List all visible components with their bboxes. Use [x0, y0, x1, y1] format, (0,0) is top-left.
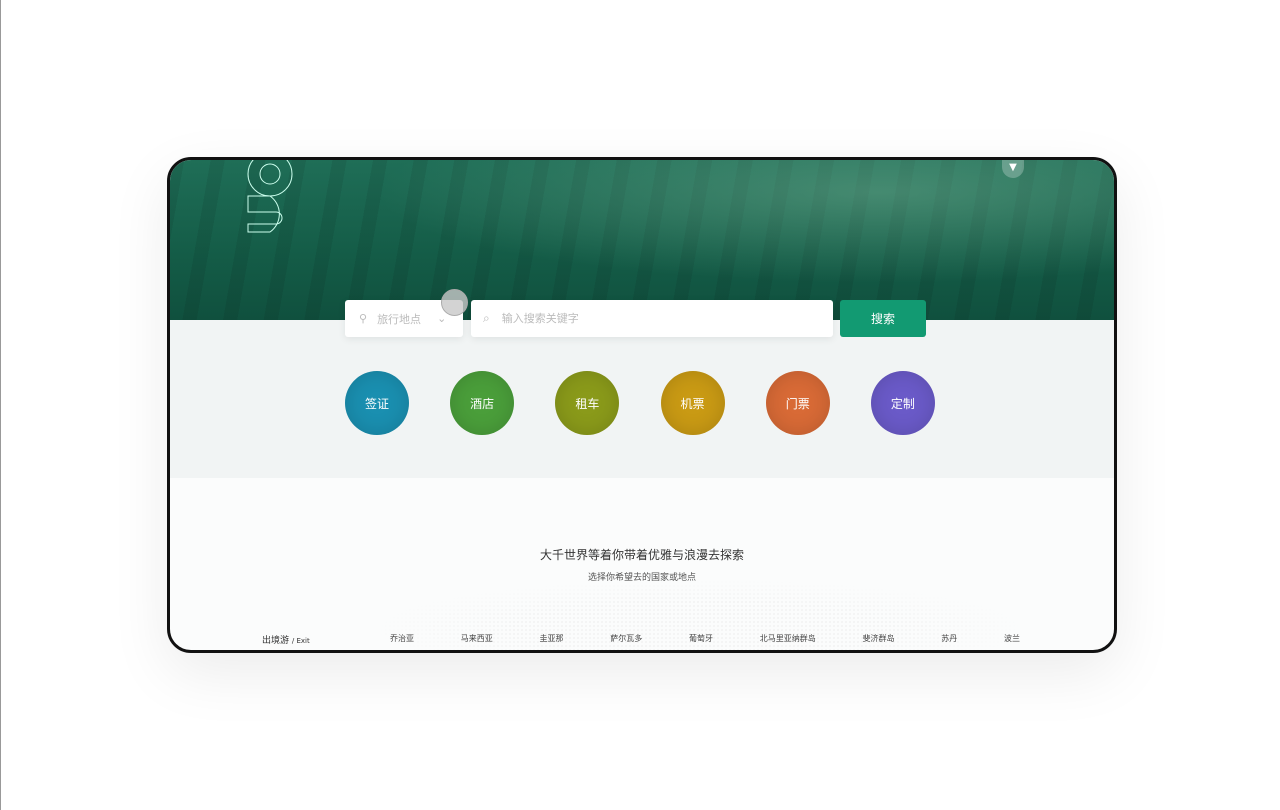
- category-flights[interactable]: 机票: [660, 371, 725, 435]
- country-list: 乔治亚 马来西亚 圭亚那 萨尔瓦多 葡萄牙 北马里亚纳群岛 斐济群岛 苏丹 波兰: [390, 633, 1020, 644]
- category-visa[interactable]: 签证: [345, 371, 409, 435]
- country-link[interactable]: 葡萄牙: [689, 633, 713, 644]
- subheadline: 选择你希望去的国家或地点: [587, 573, 696, 583]
- location-pin-icon: ⚲: [359, 312, 368, 325]
- hero-banner: ▼: [170, 160, 1114, 320]
- country-link[interactable]: 马来西亚: [461, 633, 493, 644]
- country-link[interactable]: 萨尔瓦多: [610, 633, 642, 644]
- category-list: 签证 酒店 租车 机票 门票 定制: [345, 371, 935, 435]
- country-link[interactable]: 波兰: [1004, 633, 1020, 644]
- category-custom[interactable]: 定制: [870, 371, 935, 435]
- search-button[interactable]: 搜索: [840, 300, 926, 337]
- category-hotel[interactable]: 酒店: [450, 371, 515, 435]
- country-link[interactable]: 斐济群岛: [863, 633, 895, 644]
- country-link[interactable]: 乔治亚: [390, 633, 414, 644]
- location-placeholder: 旅行地点: [377, 312, 422, 326]
- headline: 大千世界等着你带着优雅与浪漫去探索: [539, 548, 744, 562]
- search-field[interactable]: ⌕: [471, 300, 833, 337]
- cursor-indicator: [441, 289, 468, 316]
- search-input[interactable]: [501, 312, 802, 325]
- category-tickets[interactable]: 门票: [765, 371, 830, 435]
- scroll-down-icon[interactable]: ▼: [1002, 160, 1024, 178]
- chevron-down-icon: ⌄: [437, 312, 447, 325]
- country-link[interactable]: 苏丹: [941, 633, 957, 644]
- logo: [247, 160, 293, 233]
- country-link[interactable]: 北马里亚纳群岛: [760, 633, 816, 644]
- search-icon: ⌕: [483, 311, 490, 325]
- section-subtitle: / Exit: [291, 637, 310, 645]
- device-frame: ▼ ⚲ 旅行地点 ⌄ ⌕ 搜索 签证 酒店 租车 机票 门票 定制 大千世界等着…: [167, 157, 1117, 653]
- country-link[interactable]: 圭亚那: [540, 633, 564, 644]
- section-label: 出境游 / Exit: [262, 633, 310, 646]
- category-car-rental[interactable]: 租车: [555, 371, 620, 435]
- section-title: 出境游: [262, 636, 290, 646]
